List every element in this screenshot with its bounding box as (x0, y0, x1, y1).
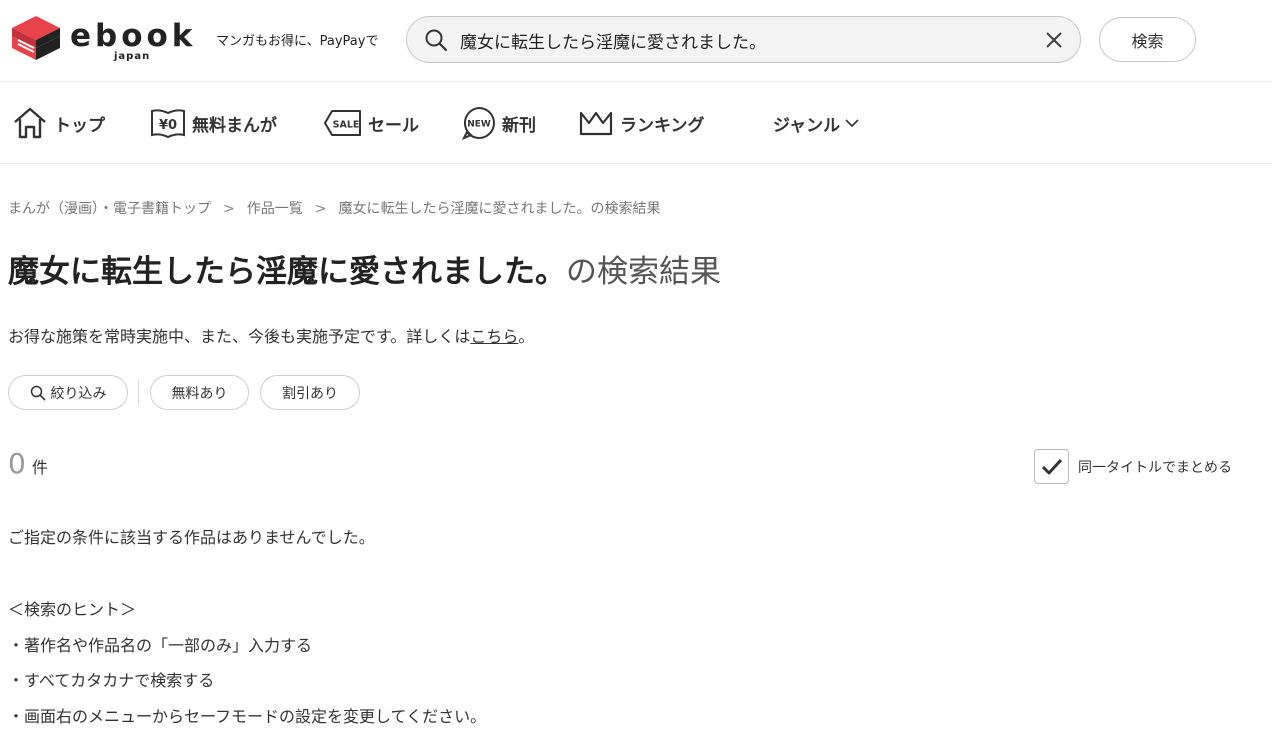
header-tagline: マンガもお得に、PayPayで (216, 34, 379, 49)
page-title-query: 魔女に転生したら淫魔に愛されました。 (8, 254, 566, 290)
breadcrumb-separator: > (314, 201, 327, 217)
nav-item-ranking[interactable]: ランキング (578, 105, 705, 141)
search-hint-item: ・画面右のメニューからセーフモードの設定を変更してください。 (8, 707, 487, 726)
search-bar (406, 16, 1081, 63)
sale-tag-icon: SALE (324, 110, 361, 136)
nav-label-free: 無料まんが (192, 115, 277, 136)
clear-search-icon[interactable] (1044, 30, 1064, 50)
narrow-down-button[interactable]: 絞り込み (8, 375, 128, 410)
nav-label-ranking: ランキング (620, 115, 705, 136)
home-icon (14, 107, 46, 139)
page-title-suffix: の検索結果 (566, 254, 721, 290)
no-results-message: ご指定の条件に該当する作品はありませんでした。 (8, 528, 375, 547)
ebookjapan-logo[interactable]: ebook japan (10, 14, 200, 66)
svg-text:¥0: ¥0 (159, 118, 177, 133)
site-header: ebook japan マンガもお得に、PayPayで 検索 (0, 0, 1272, 82)
nav-item-free-manga[interactable]: ¥0 無料まんが (150, 105, 277, 141)
campaign-details-link[interactable]: こちら (470, 327, 518, 346)
main-nav: トップ ¥0 無料まんが SALE セール NEW 新刊 ランキング ジャンル (0, 83, 1272, 164)
free-book-icon: ¥0 (151, 109, 185, 139)
group-same-title-toggle[interactable]: 同一タイトルでまとめる (1034, 449, 1232, 484)
new-badge-icon: NEW (462, 106, 495, 140)
nav-item-top[interactable]: トップ (12, 105, 105, 141)
search-input[interactable] (460, 25, 1030, 55)
breadcrumb-current: 魔女に転生したら淫魔に愛されました。の検索結果 (338, 201, 661, 217)
svg-text:SALE: SALE (333, 120, 360, 131)
chevron-down-icon (845, 119, 859, 128)
breadcrumb-home-link[interactable]: まんが（漫画）・電子書籍トップ (8, 201, 211, 217)
group-same-title-checkbox[interactable] (1034, 449, 1069, 484)
filter-discount-chip[interactable]: 割引あり (260, 375, 360, 410)
crown-icon (579, 111, 613, 136)
campaign-notice-text: お得な施策を常時実施中、また、今後も実施予定です。詳しくは (8, 327, 471, 346)
group-same-title-label: 同一タイトルでまとめる (1078, 459, 1232, 476)
result-count: 0件 (8, 447, 48, 480)
nav-label-sale: セール (368, 115, 419, 136)
nav-label-genre: ジャンル (773, 115, 841, 136)
campaign-notice-end: 。 (518, 327, 535, 346)
svg-text:NEW: NEW (467, 120, 491, 130)
search-hint-item: ・すべてカタカナで検索する (8, 671, 215, 690)
breadcrumb-separator: > (223, 201, 235, 217)
logo-wordmark: ebook (70, 18, 197, 54)
checkmark-icon (1041, 458, 1062, 474)
filter-divider (138, 380, 139, 406)
search-icon (425, 29, 448, 52)
search-button[interactable]: 検索 (1099, 17, 1196, 62)
nav-item-sale[interactable]: SALE セール (324, 105, 419, 141)
breadcrumb-list-link[interactable]: 作品一覧 (247, 201, 303, 217)
breadcrumb: まんが（漫画）・電子書籍トップ > 作品一覧 > 魔女に転生したら淫魔に愛されました。の… (8, 198, 660, 218)
search-hint-item: ・著作名や作品名の「一部のみ」入力する (8, 636, 313, 655)
result-count-unit: 件 (31, 458, 48, 477)
narrow-down-label: 絞り込み (50, 385, 107, 402)
nav-item-genre[interactable]: ジャンル (773, 105, 860, 141)
nav-label-top: トップ (54, 115, 105, 136)
page-title: 魔女に転生したら淫魔に愛されました。の検索結果 (8, 249, 721, 294)
search-icon (30, 385, 45, 400)
filter-free-chip[interactable]: 無料あり (150, 375, 249, 410)
nav-item-new[interactable]: NEW 新刊 (462, 105, 536, 141)
campaign-notice: お得な施策を常時実施中、また、今後も実施予定です。詳しくはこちら。 (8, 323, 534, 347)
search-hints-title: ＜検索のヒント＞ (8, 600, 137, 619)
book-stack-icon (12, 16, 60, 60)
nav-label-new: 新刊 (502, 115, 536, 136)
result-count-number: 0 (8, 447, 26, 480)
logo-subtext: japan (114, 51, 151, 62)
